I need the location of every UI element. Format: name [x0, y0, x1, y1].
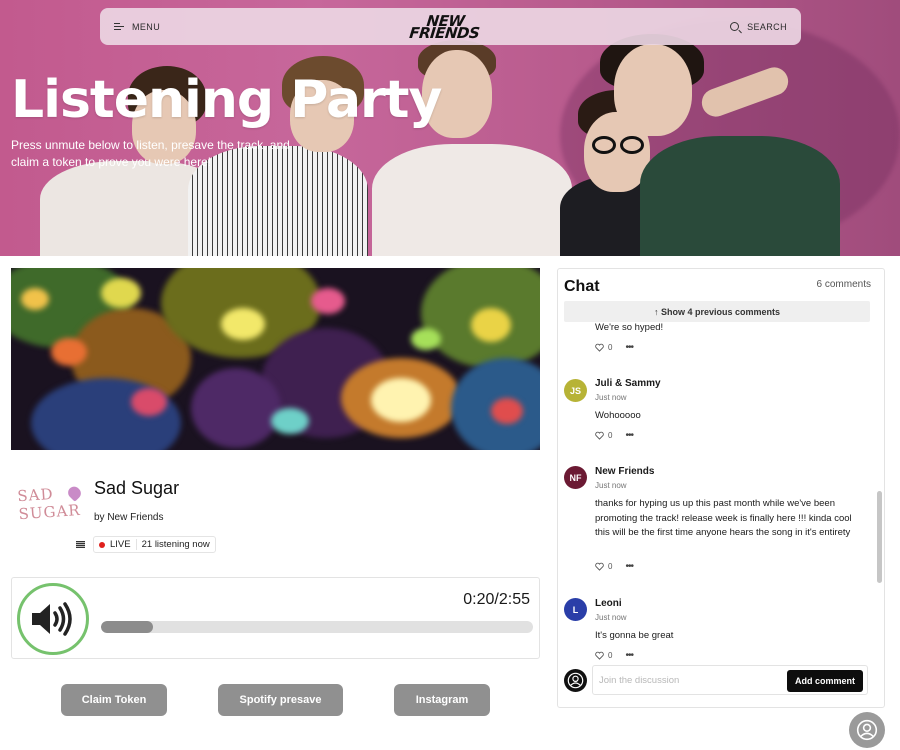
more-options-icon[interactable]: ••• — [625, 561, 633, 572]
speaker-icon — [32, 602, 72, 636]
spotify-presave-button[interactable]: Spotify presave — [218, 684, 343, 716]
like-count: 0 — [608, 562, 613, 571]
message-reactions: 0 ••• — [595, 430, 634, 441]
like-heart-icon[interactable] — [595, 562, 604, 571]
track-artist: by New Friends — [94, 512, 164, 523]
message-timestamp: Just now — [595, 481, 627, 490]
listening-party-page: Listening Party Press unmute below to li… — [0, 0, 900, 750]
audio-player: 0:20/2:55 — [11, 577, 540, 659]
live-status-badge: LIVE 21 listening now — [93, 536, 216, 553]
more-options-icon[interactable]: ••• — [625, 430, 633, 441]
like-count: 0 — [608, 431, 613, 440]
flag-icon — [76, 541, 85, 548]
like-heart-icon[interactable] — [595, 343, 604, 352]
message-author[interactable]: Juli & Sammy — [595, 378, 661, 389]
avatar[interactable]: L — [564, 598, 587, 621]
message-body: thanks for hyping us up this past month … — [595, 498, 852, 538]
comment-count: 6 comments — [816, 279, 871, 290]
message-body: We're so hyped! — [595, 322, 664, 333]
page-title: Listening Party — [11, 70, 442, 130]
user-icon — [567, 672, 584, 689]
menu-label: MENU — [132, 21, 161, 32]
live-label: LIVE — [110, 539, 131, 550]
new-friends-logo[interactable]: NEW FRIENDS — [408, 12, 481, 42]
more-options-icon[interactable]: ••• — [625, 342, 633, 353]
current-user-avatar[interactable] — [564, 669, 587, 692]
time-current: 0:20 — [463, 591, 495, 608]
instagram-button[interactable]: Instagram — [394, 684, 490, 716]
search-button[interactable]: SEARCH — [730, 22, 787, 32]
music-visualizer — [11, 268, 540, 450]
show-previous-comments-button[interactable]: ↑ Show 4 previous comments — [564, 301, 870, 322]
live-dot-icon — [99, 541, 105, 548]
search-icon — [730, 22, 740, 31]
album-art: SAD SUGAR — [17, 484, 84, 531]
message-timestamp: Just now — [595, 393, 627, 402]
comment-input-box: Add comment — [592, 665, 868, 695]
logo-line-2: FRIENDS — [408, 23, 481, 42]
add-comment-button[interactable]: Add comment — [787, 670, 863, 692]
like-count: 0 — [608, 343, 613, 352]
user-icon — [856, 719, 878, 741]
message-timestamp: Just now — [595, 613, 627, 622]
track-title: Sad Sugar — [94, 478, 180, 498]
claim-token-button[interactable]: Claim Token — [61, 684, 167, 716]
message-author[interactable]: Leoni — [595, 598, 622, 609]
avatar[interactable]: JS — [564, 379, 587, 402]
chat-title: Chat — [564, 278, 600, 295]
like-heart-icon[interactable] — [595, 431, 604, 440]
playback-time: 0:20/2:55 — [463, 591, 530, 609]
avatar[interactable]: NF — [564, 466, 587, 489]
more-options-icon[interactable]: ••• — [625, 650, 633, 661]
comment-input[interactable] — [597, 670, 777, 690]
chat-panel: Chat 6 comments ↑ Show 4 previous commen… — [557, 268, 885, 708]
top-navigation-bar: MENU NEW FRIENDS SEARCH — [100, 8, 801, 45]
account-floating-button[interactable] — [849, 712, 885, 748]
message-reactions: 0 ••• — [595, 650, 634, 661]
hero-subtitle: Press unmute below to listen, presave th… — [11, 138, 290, 169]
like-count: 0 — [608, 651, 613, 660]
chat-scrollbar[interactable] — [877, 491, 882, 583]
listener-count: 21 listening now — [141, 539, 210, 550]
message-body: Wohooooo — [595, 410, 641, 421]
unmute-button[interactable] — [17, 583, 89, 655]
time-total: 2:55 — [498, 591, 530, 608]
menu-button[interactable]: MENU — [114, 22, 160, 32]
search-label: SEARCH — [747, 21, 787, 32]
divider — [135, 539, 137, 550]
message-body: It's gonna be great — [595, 630, 674, 641]
progress-fill — [101, 621, 153, 633]
message-reactions: 0 ••• — [595, 561, 634, 572]
message-reactions: 0 ••• — [595, 342, 634, 353]
like-heart-icon[interactable] — [595, 651, 604, 660]
progress-bar[interactable] — [101, 621, 533, 633]
message-author[interactable]: New Friends — [595, 466, 654, 477]
hamburger-icon — [114, 22, 124, 31]
